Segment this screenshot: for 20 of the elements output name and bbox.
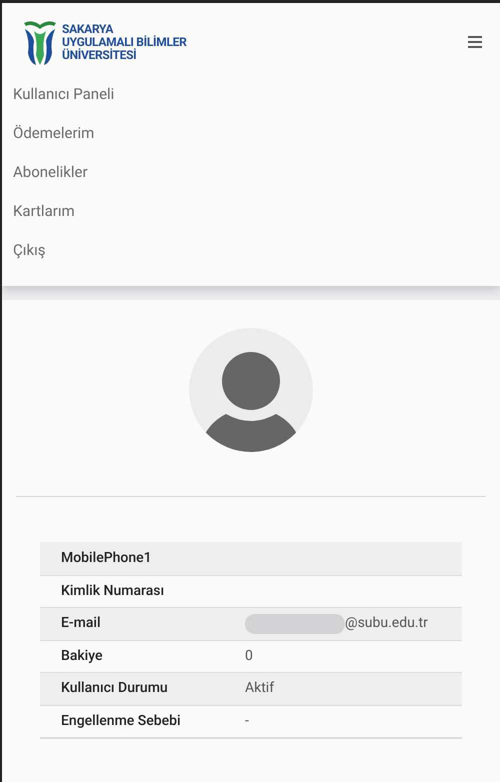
logo-text: UYGULAMALI BİLİMLER	[62, 36, 186, 48]
detail-label: E-mail	[60, 614, 102, 634]
menu-icon	[468, 36, 482, 48]
detail-label: MobilePhone1	[60, 548, 153, 568]
detail-label: Kullanıcı Durumu	[60, 679, 169, 698]
nav-link[interactable]: Kullanıcı Paneli	[2, 75, 500, 114]
detail-value: -	[245, 712, 249, 731]
nav-link[interactable]: Çıkış	[2, 231, 500, 270]
detail-label: Bakiye	[60, 646, 104, 666]
detail-value: @subu.edu.tr	[345, 614, 428, 634]
nav-link[interactable]: Ödemelerim	[2, 114, 500, 153]
detail-value: 0	[245, 646, 253, 666]
detail-label: Engellenme Sebebi	[60, 712, 182, 731]
detail-value: Aktif	[245, 679, 274, 698]
nav-link[interactable]: Abonelikler	[2, 153, 500, 192]
detail-label: Kimlik Numarası	[60, 582, 166, 601]
logo-text: ÜNİVERSİTESİ	[62, 48, 138, 62]
menu-button[interactable]	[468, 36, 482, 48]
logo-text: SAKARYA	[62, 22, 114, 36]
nav-link[interactable]: Kartlarım	[2, 192, 500, 231]
